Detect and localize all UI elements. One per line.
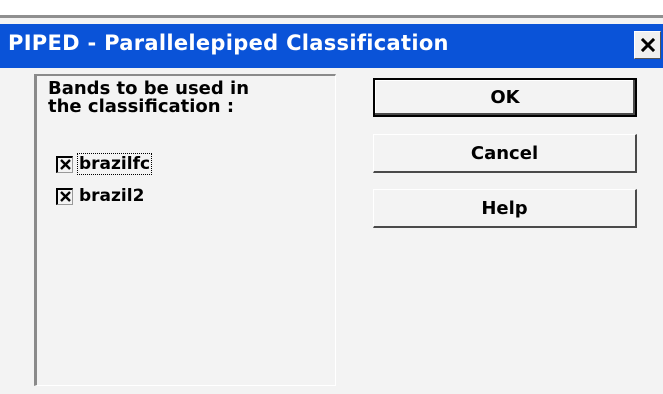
close-button[interactable] xyxy=(634,31,661,59)
top-strip xyxy=(0,0,663,18)
bands-panel: Bands to be used in the classification :… xyxy=(34,74,336,386)
close-icon xyxy=(640,38,655,52)
band-item-brazil2[interactable]: brazil2 xyxy=(56,184,145,208)
ok-button[interactable]: OK xyxy=(373,78,637,117)
window-title: PIPED - Parallelepiped Classification xyxy=(8,31,449,55)
band-label-brazilfc: brazilfc xyxy=(76,153,153,175)
brazilfc-checkbox[interactable] xyxy=(56,155,73,173)
cancel-button[interactable]: Cancel xyxy=(373,134,637,173)
checkmark-x-icon xyxy=(59,159,71,170)
checkmark-x-icon xyxy=(59,191,71,202)
piped-dialog: PIPED - Parallelepiped Classification Ba… xyxy=(0,18,663,394)
bands-label: Bands to be used in the classification : xyxy=(48,78,250,117)
title-bar[interactable]: PIPED - Parallelepiped Classification xyxy=(0,24,663,68)
band-item-brazilfc[interactable]: brazilfc xyxy=(56,152,153,176)
band-label-brazil2: brazil2 xyxy=(79,186,145,206)
screen: PIPED - Parallelepiped Classification Ba… xyxy=(0,0,663,394)
brazil2-checkbox[interactable] xyxy=(56,187,73,205)
help-button[interactable]: Help xyxy=(373,189,637,228)
